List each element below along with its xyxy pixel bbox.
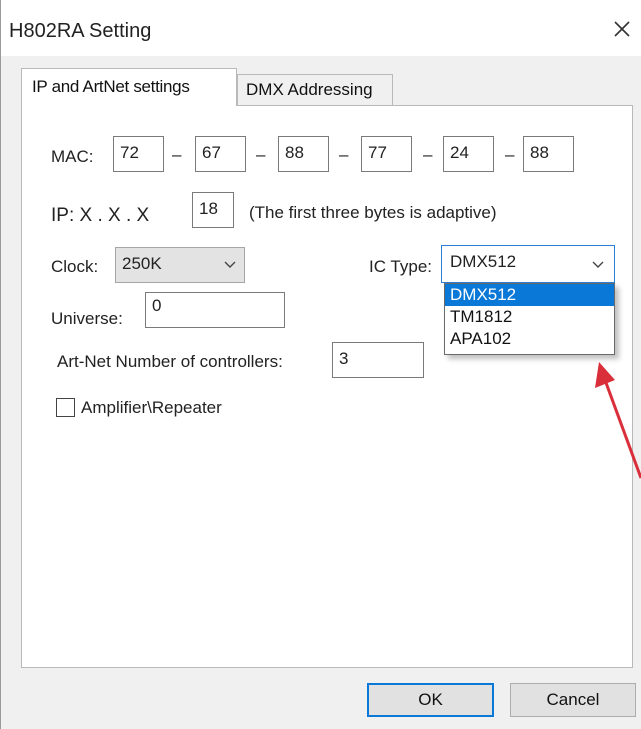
dropdown-option-apa102[interactable]: APA102	[445, 328, 614, 350]
amplifier-checkbox[interactable]	[56, 398, 75, 417]
ok-button[interactable]: OK	[367, 683, 494, 717]
tab-dmx-addressing[interactable]: DMX Addressing	[237, 74, 393, 106]
tab-ip-artnet-settings[interactable]: IP and ArtNet settings	[21, 68, 237, 106]
artnet-controllers-label: Art-Net Number of controllers:	[57, 352, 283, 371]
universe-label: Universe:	[51, 309, 123, 328]
cancel-button-label: Cancel	[546, 690, 600, 709]
clock-value: 250K	[122, 254, 162, 273]
mac-field-2[interactable]: 67	[195, 136, 246, 172]
cancel-button[interactable]: Cancel	[510, 683, 636, 717]
chevron-down-icon	[224, 261, 236, 268]
mac-separator: –	[505, 145, 515, 164]
mac-field-3[interactable]: 88	[278, 136, 329, 172]
mac-label: MAC:	[51, 147, 94, 166]
chevron-down-icon	[592, 261, 604, 268]
tab-panel	[21, 105, 633, 668]
mac-separator: –	[256, 145, 266, 164]
tab-label: IP and ArtNet settings	[32, 77, 190, 96]
clock-label: Clock:	[51, 257, 99, 276]
annotation-arrow-icon	[595, 362, 641, 479]
mac-separator: –	[172, 145, 182, 164]
mac-field-5[interactable]: 24	[443, 136, 494, 172]
mac-separator: –	[339, 145, 349, 164]
amplifier-label: Amplifier\Repeater	[81, 398, 222, 417]
clock-select[interactable]: 250K	[115, 247, 245, 283]
close-icon[interactable]	[607, 14, 637, 44]
ok-button-label: OK	[418, 690, 443, 709]
mac-field-1[interactable]: 72	[113, 136, 164, 172]
ic-type-label: IC Type:	[369, 257, 432, 276]
universe-field[interactable]: 0	[145, 292, 285, 328]
settings-dialog: H802RA Setting DMX Addressing IP and Art…	[0, 0, 641, 729]
ic-type-value: DMX512	[450, 252, 517, 271]
ip-label: IP: X . X . X	[51, 205, 150, 226]
dropdown-option-dmx512[interactable]: DMX512	[445, 284, 614, 306]
title-bar: H802RA Setting	[1, 0, 641, 56]
artnet-controllers-field[interactable]: 3	[332, 342, 424, 378]
mac-field-4[interactable]: 77	[361, 136, 412, 172]
tab-label: DMX Addressing	[246, 80, 373, 99]
ic-type-dropdown: DMX512 TM1812 APA102	[444, 283, 615, 355]
ic-type-select[interactable]: DMX512	[441, 245, 615, 283]
mac-field-6[interactable]: 88	[523, 136, 574, 172]
window-title: H802RA Setting	[9, 20, 152, 42]
ip-note: (The first three bytes is adaptive)	[249, 203, 497, 222]
ip-last-byte-field[interactable]: 18	[192, 192, 234, 228]
dropdown-option-tm1812[interactable]: TM1812	[445, 306, 614, 328]
mac-separator: –	[423, 145, 433, 164]
